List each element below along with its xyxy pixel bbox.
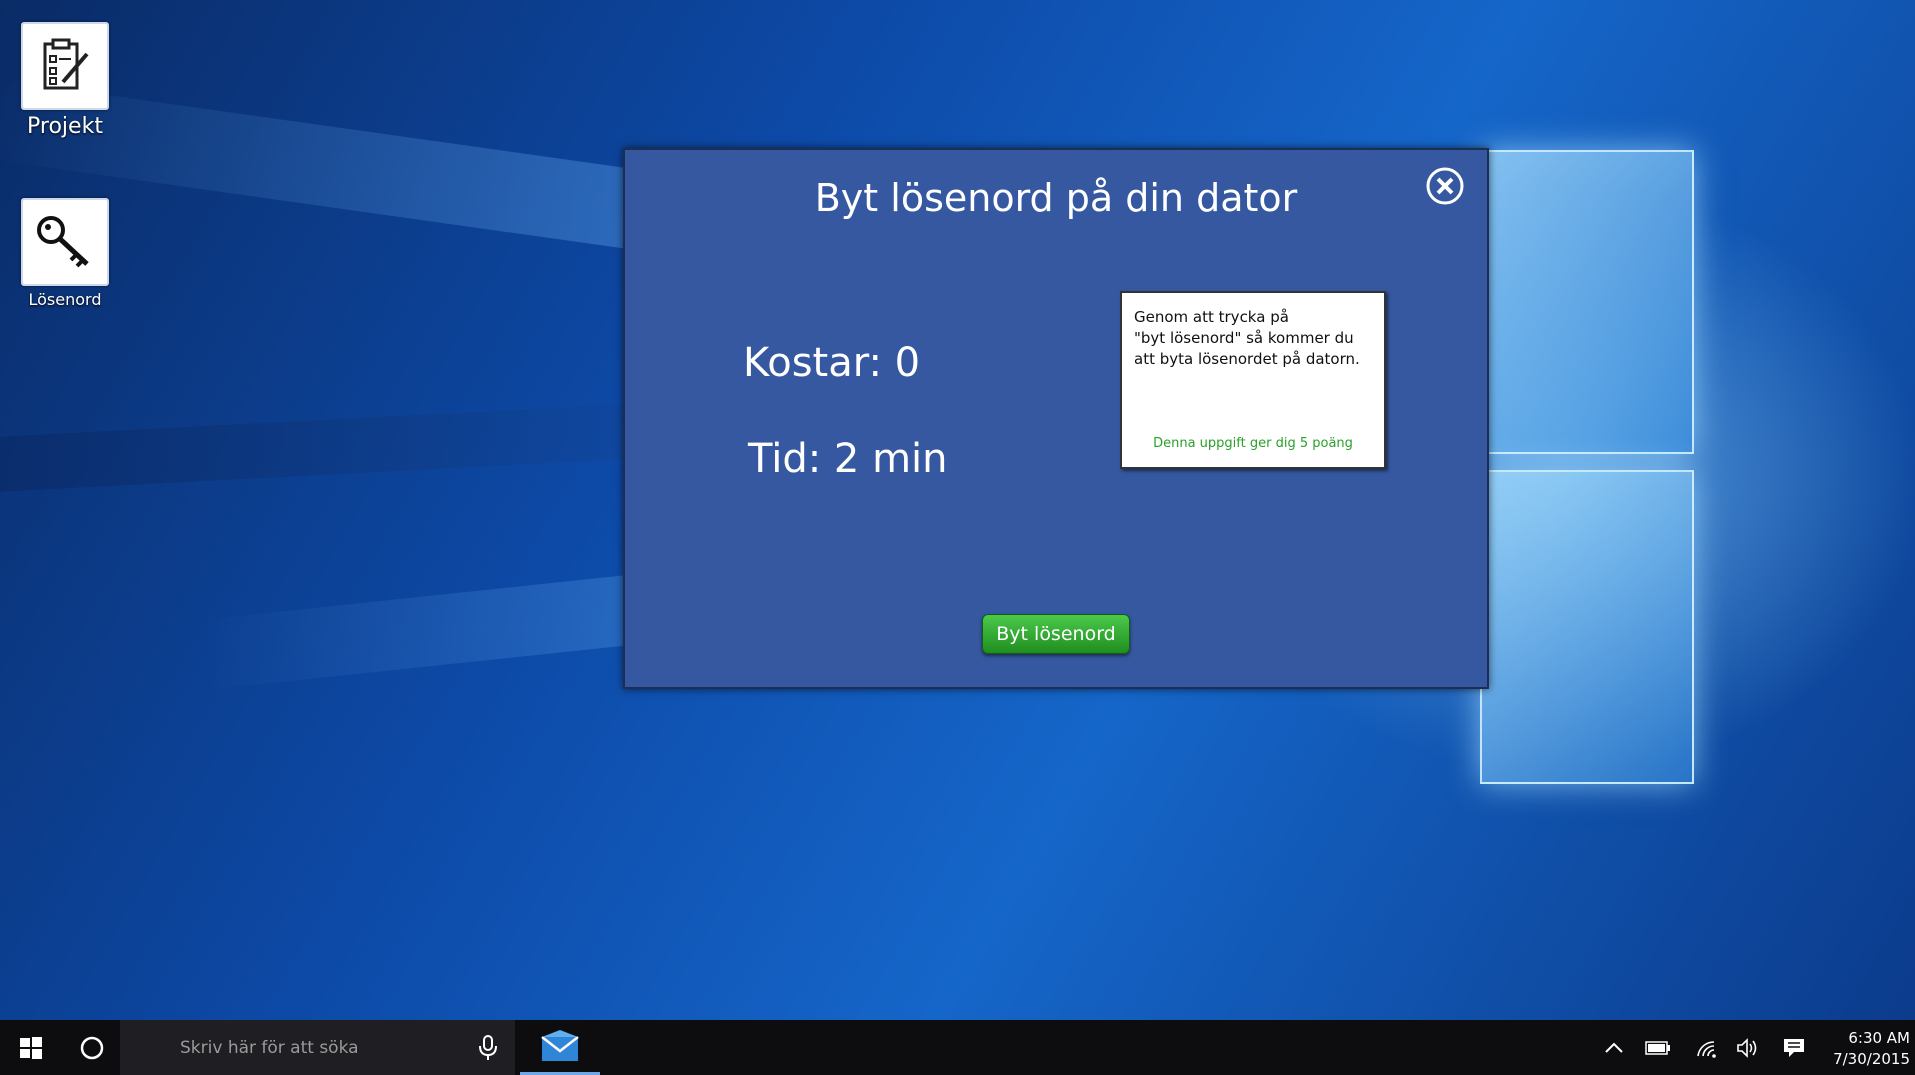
taskbar: 6:30 AM 7/30/2015 [0,1020,1915,1075]
desktop-icon-label: Projekt [27,114,103,139]
time-label: Tid: 2 min [748,436,948,482]
volume-icon [1737,1038,1757,1058]
change-password-button[interactable]: Byt lösenord [982,614,1130,654]
notifications-icon [1784,1039,1804,1057]
clock[interactable]: 6:30 AM 7/30/2015 [1822,1028,1910,1070]
cost-label: Kostar: 0 [743,340,921,386]
change-password-dialog: Byt lösenord på din dator Kostar: 0 Tid:… [623,148,1489,689]
taskbar-app-mail[interactable] [520,1020,600,1075]
clock-time: 6:30 AM [1848,1029,1910,1047]
close-circle-icon [1426,167,1464,205]
info-card: Genom att trycka på "byt lösenord" så ko… [1120,291,1386,469]
tray-chevron-button[interactable] [1600,1034,1628,1062]
cortana-button[interactable] [64,1020,120,1075]
windows-logo-light [1480,150,1700,800]
windows-start-icon [20,1036,42,1059]
close-button[interactable] [1425,166,1465,206]
mail-icon [541,1030,579,1061]
desktop-icon-label: Lösenord [28,290,102,309]
clipboard-edit-icon [43,38,89,90]
battery-icon [1645,1041,1670,1055]
battery-button[interactable] [1644,1034,1672,1062]
taskbar-search-box[interactable] [120,1020,515,1075]
cortana-circle-icon [80,1036,104,1059]
network-button[interactable] [1692,1034,1720,1062]
key-icon [37,216,89,268]
volume-button[interactable] [1734,1034,1762,1062]
search-input[interactable] [178,1034,462,1062]
desktop-icon-losenord[interactable]: Lösenord [20,198,110,309]
clock-date: 7/30/2015 [1833,1050,1910,1068]
desktop-icon-projekt[interactable]: Projekt [20,22,110,139]
microphone-icon [479,1035,497,1060]
microphone-button[interactable] [475,1034,501,1062]
start-button[interactable] [0,1020,62,1075]
action-center-button[interactable] [1780,1034,1808,1062]
info-text: Genom att trycka på "byt lösenord" så ko… [1134,308,1360,368]
wifi-icon [1697,1041,1716,1058]
points-text: Denna uppgift ger dig 5 poäng [1153,436,1353,451]
chevron-up-icon [1605,1042,1623,1053]
dialog-title: Byt lösenord på din dator [814,176,1298,220]
